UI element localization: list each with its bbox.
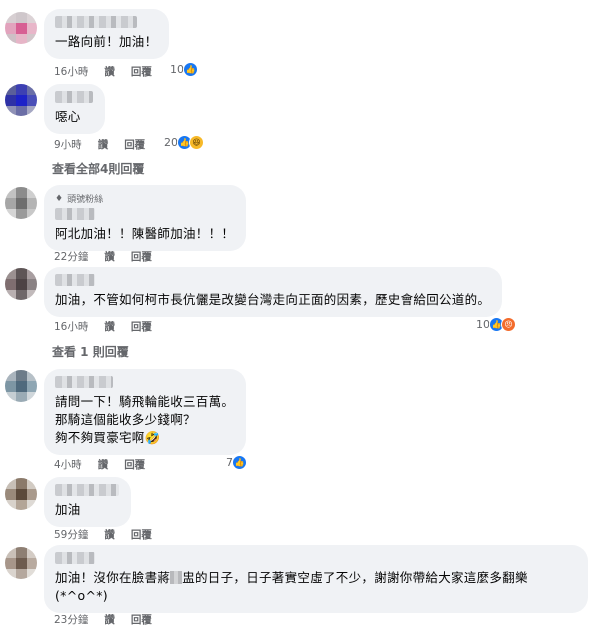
comment-time[interactable]: 59分鐘 [54,527,88,542]
comment-actions: 16小時 讚 回覆 [54,319,168,334]
comment-time[interactable]: 23分鐘 [54,612,88,627]
comment-text: 加油！沒你在臉書蔣 盅的日子，日子著實空虛了不少，謝謝你帶給大家這麼多翻樂 (*^… [55,569,576,605]
reply-button[interactable]: 回覆 [131,249,152,264]
avatar[interactable] [5,370,37,402]
comment-bubble: ♦ 頭號粉絲 阿北加油！！陳醫師加油！！！ [44,185,247,251]
top-fan-badge[interactable]: ♦ 頭號粉絲 [55,192,234,206]
avatar[interactable] [5,268,37,300]
commenter-name[interactable] [55,16,137,28]
comment-time[interactable]: 16小時 [54,319,88,334]
like-button[interactable]: 讚 [98,457,109,472]
view-replies-label[interactable]: 查看 1 則回覆 [52,343,129,360]
reaction-summary[interactable]: 20 👍 😆 [164,135,204,150]
like-icon: 👍 [183,62,198,77]
commenter-name[interactable] [55,484,119,496]
reply-button[interactable]: 回覆 [131,527,152,542]
commenter-name[interactable] [55,91,93,103]
avatar[interactable] [5,187,37,219]
comment-bubble: 加油！沒你在臉書蔣 盅的日子，日子著實空虛了不少，謝謝你帶給大家這麼多翻樂 (*^… [44,545,588,613]
commenter-name[interactable] [55,552,95,564]
view-replies-label[interactable]: 查看全部4則回覆 [52,160,144,177]
badge-label: 頭號粉絲 [67,195,104,205]
comment-bubble: 噁心 [44,84,105,134]
like-button[interactable]: 讚 [98,137,109,152]
reaction-summary[interactable]: 7 👍 [226,455,247,470]
like-button[interactable]: 讚 [104,64,115,79]
comment-time[interactable]: 22分鐘 [54,249,88,264]
reaction-count: 10 [476,318,490,331]
like-button[interactable]: 讚 [104,527,115,542]
reaction-count: 10 [170,63,184,76]
comment-text: 加油 [55,502,81,517]
reaction-count: 20 [164,136,178,149]
reaction-summary[interactable]: 10 👍 [170,62,198,77]
comment-bubble: 請問一下！騎飛輪能收三百萬。 那騎這個能收多少錢啊？ 夠不夠買豪宅啊🤣 [44,369,247,455]
comment-bubble: 一路向前！加油！ [44,9,170,59]
comment-time[interactable]: 16小時 [54,64,88,79]
comment-actions: 23分鐘 讚 回覆 [54,612,168,627]
comment-bubble: 加油 [44,477,131,527]
diamond-icon: ♦ [55,193,64,204]
comment-text: 一路向前！加油！ [55,34,158,49]
reply-button[interactable]: 回覆 [124,457,145,472]
view-replies-link[interactable]: 查看全部4則回覆 [52,160,144,177]
comment-text: 請問一下！騎飛輪能收三百萬。 那騎這個能收多少錢啊？ 夠不夠買豪宅啊🤣 [55,394,235,445]
reply-button[interactable]: 回覆 [131,612,152,627]
commenter-name[interactable] [55,208,95,220]
comment-time[interactable]: 4小時 [54,457,82,472]
comment-text-part: 加油！沒你在臉書蔣 [55,570,171,585]
comment-text: 噁心 [55,109,81,124]
like-button[interactable]: 讚 [104,249,115,264]
comment-text: 阿北加油！！陳醫師加油！！！ [55,226,235,241]
comment-actions: 22分鐘 讚 回覆 [54,249,168,264]
view-replies-link[interactable]: 查看 1 則回覆 [52,343,129,360]
comment-actions: 4小時 讚 回覆 [54,457,161,472]
comment-actions: 9小時 讚 回覆 [54,137,161,152]
comment-actions: 16小時 讚 回覆 [54,64,168,79]
avatar[interactable] [5,12,37,44]
comment-time[interactable]: 9小時 [54,137,82,152]
avatar[interactable] [5,84,37,116]
comment-actions: 59分鐘 讚 回覆 [54,527,168,542]
reply-button[interactable]: 回覆 [124,137,145,152]
comment-bubble: 加油，不管如何柯市長伉儷是改變台灣走向正面的因素，歷史會給回公道的。 [44,267,503,317]
commenter-name[interactable] [55,274,95,286]
commenter-name[interactable] [55,376,113,388]
like-button[interactable]: 讚 [104,612,115,627]
reply-button[interactable]: 回覆 [131,64,152,79]
reaction-summary[interactable]: 10 👍 😠 [476,317,516,332]
censored-text [170,571,183,584]
like-icon: 👍 [232,455,247,470]
haha-icon: 😆 [189,135,204,150]
avatar[interactable] [5,547,37,579]
comment-text: 加油，不管如何柯市長伉儷是改變台灣走向正面的因素，歷史會給回公道的。 [55,292,491,307]
angry-icon: 😠 [501,317,516,332]
avatar[interactable] [5,478,37,510]
reply-button[interactable]: 回覆 [131,319,152,334]
like-button[interactable]: 讚 [104,319,115,334]
